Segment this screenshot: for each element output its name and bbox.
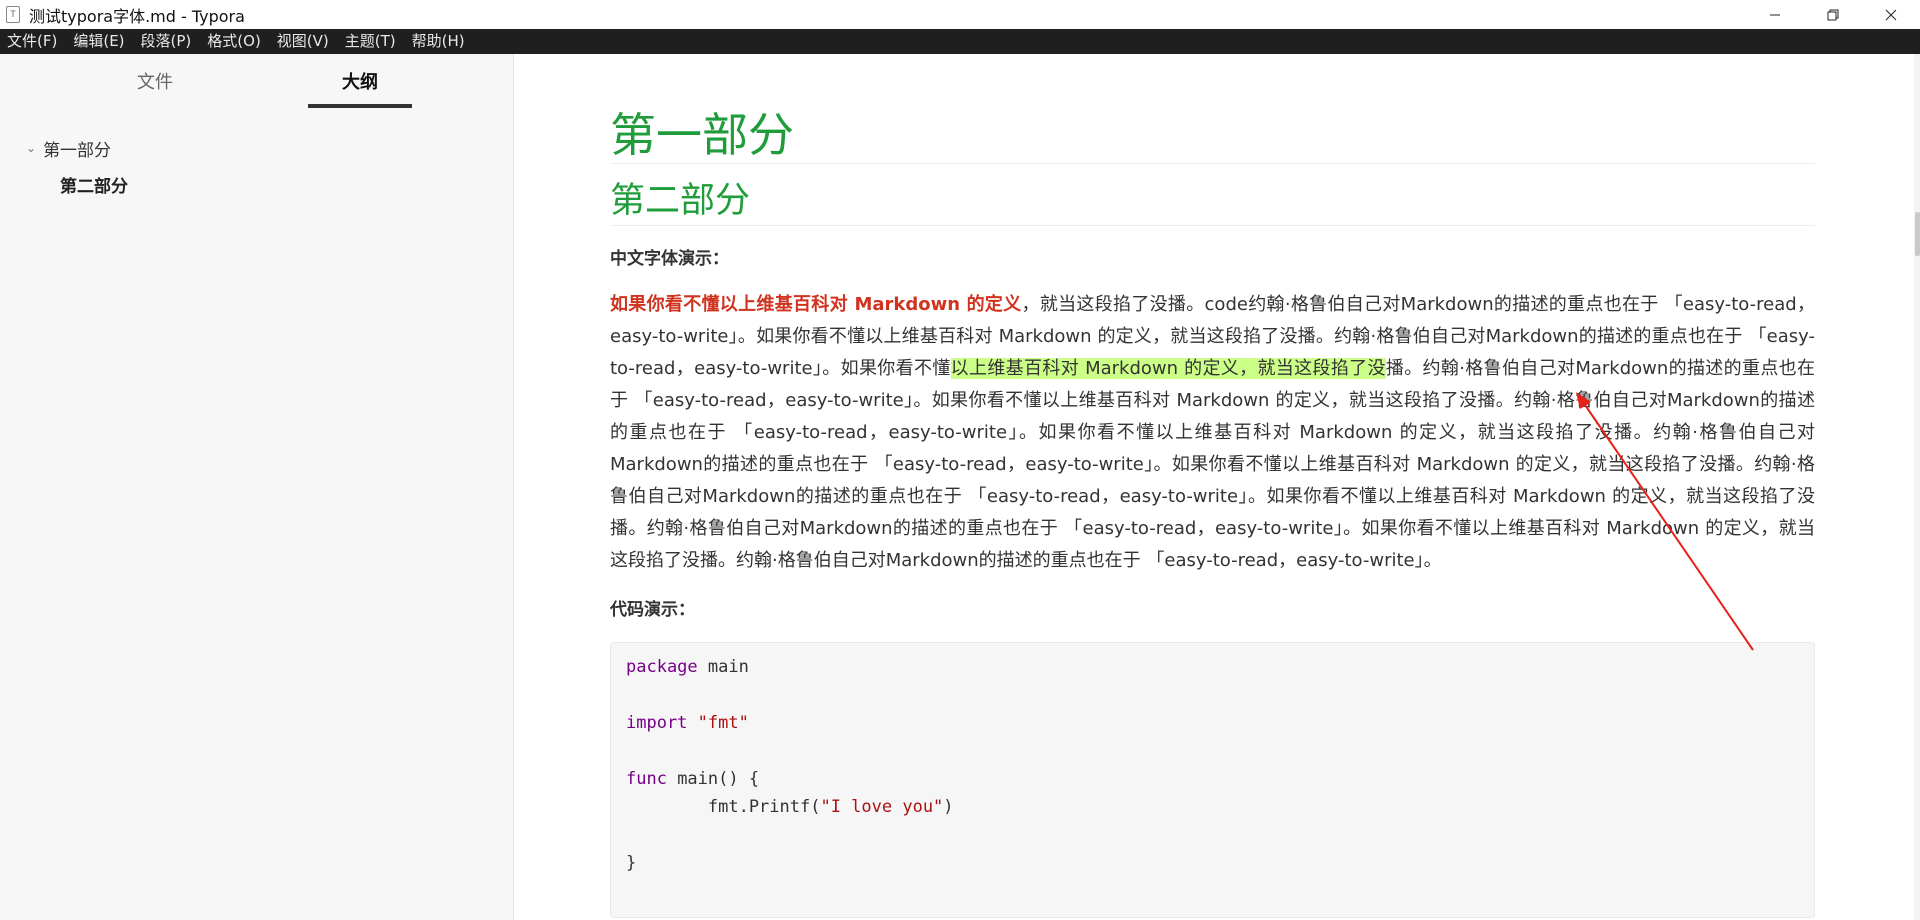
outline-list: ⌄ 第一部分 第二部分 xyxy=(0,130,514,202)
editor-area[interactable]: 第一部分 第二部分 中文字体演示： 如果你看不懂以上维基百科对 Markdown… xyxy=(515,54,1920,920)
font-demo-label[interactable]: 中文字体演示： xyxy=(610,244,1815,269)
menu-format[interactable]: 格式(O) xyxy=(199,29,269,54)
code-keyword: package xyxy=(626,657,698,677)
paragraph-text-cont: 播。约翰·格鲁伯自己对Markdown的描述的重点也在于 「easy-to-re… xyxy=(610,358,1815,571)
typora-app-icon: T xyxy=(6,6,20,23)
body-paragraph[interactable]: 如果你看不懂以上维基百科对 Markdown 的定义，就当这段掐了没播。code… xyxy=(610,289,1815,577)
menu-paragraph[interactable]: 段落(P) xyxy=(133,29,200,54)
code-demo-label[interactable]: 代码演示： xyxy=(610,595,1815,620)
title-bar: T 测试typora字体.md - Typora xyxy=(0,0,1920,29)
highlighted-text: 以上维基百科对 Markdown 的定义，就当这段掐了没 xyxy=(950,358,1386,379)
tab-files[interactable]: 文件 xyxy=(120,68,190,108)
red-text: 如果你看不懂以上维基百科对 Markdown 的定义 xyxy=(610,294,1022,315)
outline-item-part-one[interactable]: ⌄ 第一部分 xyxy=(0,130,514,166)
outline-item-label: 第二部分 xyxy=(60,176,128,197)
close-icon xyxy=(1885,9,1897,20)
code-block[interactable]: package main import "fmt" func main() { … xyxy=(610,642,1815,918)
menu-view[interactable]: 视图(V) xyxy=(269,29,337,54)
scrollbar-thumb[interactable] xyxy=(1915,212,1920,256)
document: 第一部分 第二部分 中文字体演示： 如果你看不懂以上维基百科对 Markdown… xyxy=(610,54,1815,918)
code-text: main() { xyxy=(666,769,760,789)
code-text: ) xyxy=(943,797,954,817)
menu-help[interactable]: 帮助(H) xyxy=(404,29,473,54)
window-title: 测试typora字体.md - Typora xyxy=(29,6,245,26)
code-text: fmt.Printf( xyxy=(626,797,821,817)
minimize-button[interactable] xyxy=(1746,0,1804,29)
code-keyword: import xyxy=(626,713,688,733)
heading-2[interactable]: 第二部分 xyxy=(610,176,1815,226)
outline-item-part-two[interactable]: 第二部分 xyxy=(0,166,514,202)
menu-file[interactable]: 文件(F) xyxy=(0,29,65,54)
close-button[interactable] xyxy=(1862,0,1920,29)
scrollbar-track[interactable] xyxy=(1914,54,1920,920)
window-controls xyxy=(1746,0,1920,29)
menu-bar: 文件(F) 编辑(E) 段落(P) 格式(O) 视图(V) 主题(T) 帮助(H… xyxy=(0,29,1920,54)
restore-button[interactable] xyxy=(1804,0,1862,29)
code-string: "I love you" xyxy=(820,797,944,817)
heading-1[interactable]: 第一部分 xyxy=(610,106,1815,164)
chevron-down-icon[interactable]: ⌄ xyxy=(26,141,36,155)
menu-theme[interactable]: 主题(T) xyxy=(337,29,404,54)
minimize-icon xyxy=(1770,14,1780,15)
code-string: "fmt" xyxy=(697,713,749,733)
outline-item-label: 第一部分 xyxy=(43,140,112,161)
sidebar: 文件 大纲 ⌄ 第一部分 第二部分 xyxy=(0,54,514,920)
tab-outline[interactable]: 大纲 xyxy=(308,68,412,108)
restore-icon xyxy=(1827,9,1839,20)
menu-edit[interactable]: 编辑(E) xyxy=(65,29,132,54)
code-text: } xyxy=(626,853,637,873)
code-text: main xyxy=(697,657,749,677)
code-keyword: func xyxy=(626,769,667,789)
